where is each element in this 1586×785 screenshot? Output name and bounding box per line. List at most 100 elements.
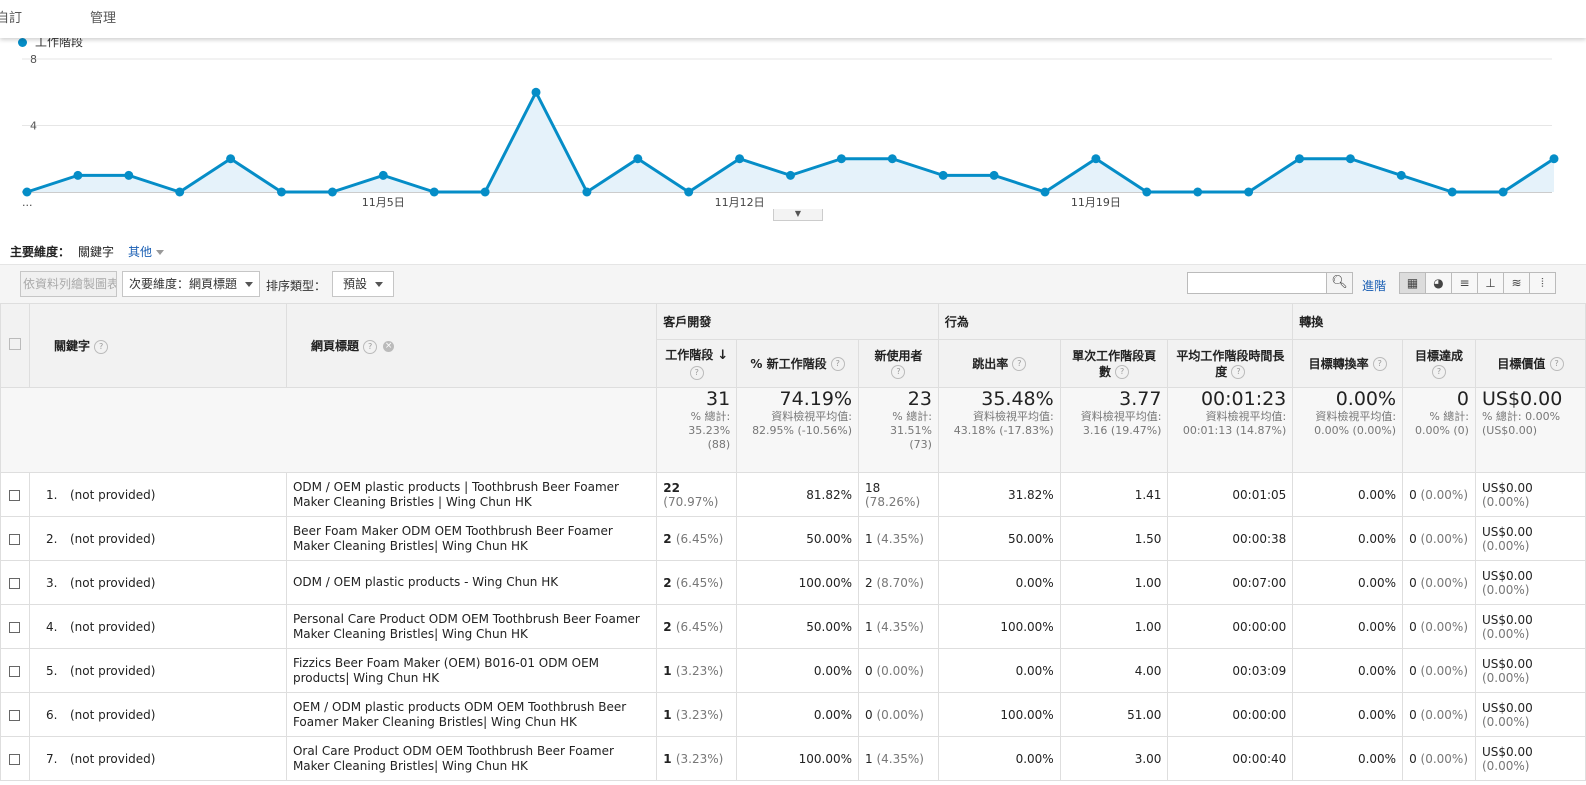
total-new-sessions: 74.19% 資料檢視平均值: 82.95% (-10.56%) xyxy=(736,387,859,473)
chevron-down-icon xyxy=(375,282,384,287)
table-search-input[interactable] xyxy=(1187,272,1327,294)
table-row: 6. (not provided) OEM / ODM plastic produc… xyxy=(0,692,1586,737)
pie-view-icon[interactable]: ◕ xyxy=(1425,272,1452,294)
y-tick-label: 8 xyxy=(30,53,37,66)
legend-dot-icon xyxy=(18,38,27,47)
data-point xyxy=(73,170,83,180)
col-bounce-rate[interactable]: 跳出率 ? xyxy=(937,339,1061,388)
table-view-icon[interactable]: ▦ xyxy=(1399,272,1426,294)
col-goal-conv-rate[interactable]: 目標轉換率 ? xyxy=(1292,339,1404,388)
data-point xyxy=(124,170,134,180)
data-point xyxy=(429,187,439,197)
row-new-users: 1 (4.35%) xyxy=(858,736,939,781)
plot-rows-button[interactable]: 依資料列繪製圖表 xyxy=(20,271,117,297)
row-page-title[interactable]: Fizzics Beer Foam Maker (OEM) B016-01 OD… xyxy=(285,648,658,693)
row-keyword[interactable]: 2. (not provided) xyxy=(28,516,287,561)
row-page-title[interactable]: Beer Foam Maker ODM OEM Toothbrush Beer … xyxy=(285,516,658,561)
group-behavior: 行為 xyxy=(937,303,1294,340)
row-page-title[interactable]: OEM / ODM plastic products ODM OEM Tooth… xyxy=(285,692,658,737)
row-new-users: 2 (8.70%) xyxy=(858,560,939,605)
col-goal-value[interactable]: 目標價值 ? xyxy=(1474,339,1586,388)
total-value: US$0.00% 總計: 0.00% (US$0.00) xyxy=(1474,387,1586,473)
view-switcher: ▦ ◕ ≡ ⊥ ≋ ⦙ xyxy=(1399,272,1556,294)
sort-type-label: 排序類型： xyxy=(266,279,327,293)
data-point xyxy=(277,187,286,197)
col-new-users[interactable]: 新使用者? xyxy=(858,339,939,388)
row-goal: 0 (0.00%) xyxy=(1402,736,1476,781)
total-goal: 0% 總計: 0.00% (0) xyxy=(1402,387,1476,473)
row-pages: 4.00 xyxy=(1059,648,1169,693)
nav-admin[interactable]: 管理 xyxy=(90,7,116,26)
col-page-title[interactable]: 網頁標題 ? × xyxy=(285,303,658,388)
row-page-title[interactable]: Oral Care Product ODM OEM Toothbrush Bee… xyxy=(285,736,658,781)
search-icon[interactable]: 🔍︎ xyxy=(1326,272,1353,294)
col-pages-per-session[interactable]: 單次工作階段頁數 ? xyxy=(1059,339,1169,388)
row-page-title[interactable]: ODM / OEM plastic products | Toothbrush … xyxy=(285,472,658,517)
chevron-down-icon xyxy=(245,282,254,287)
row-checkbox[interactable] xyxy=(0,604,30,649)
total-sessions: 31% 總計: 35.23% (88) xyxy=(656,387,738,473)
help-icon: ? xyxy=(830,357,845,371)
primary-dimension-row: 主要維度： 關鍵字 其他 xyxy=(10,243,165,260)
term-cloud-view-icon[interactable]: ≋ xyxy=(1503,272,1530,294)
performance-view-icon[interactable]: ≡ xyxy=(1451,272,1478,294)
row-pages: 1.00 xyxy=(1059,604,1169,649)
help-icon: ? xyxy=(363,339,378,354)
row-pages: 1.00 xyxy=(1059,560,1169,605)
row-new-users: 1 (4.35%) xyxy=(858,604,939,649)
chart-collapse-handle[interactable]: ▼ xyxy=(773,209,823,221)
data-point xyxy=(989,170,999,180)
table-row: 7. (not provided) Oral Care Product ODM OE… xyxy=(0,736,1586,781)
data-point xyxy=(1498,187,1508,197)
row-page-title[interactable]: ODM / OEM plastic products - Wing Chun H… xyxy=(285,560,658,605)
table-row: 1. (not provided) ODM / OEM plastic produc… xyxy=(0,472,1586,517)
col-goal-completions[interactable]: 目標達成? xyxy=(1402,339,1476,388)
total-new-users: 23% 總計: 31.51% (73) xyxy=(858,387,939,473)
comparison-view-icon[interactable]: ⊥ xyxy=(1477,272,1504,294)
row-new-sessions: 0.00% xyxy=(736,648,859,693)
row-bounce: 50.00% xyxy=(937,516,1061,561)
sort-type-select[interactable]: 預設 xyxy=(332,271,395,297)
col-keyword[interactable]: 關鍵字 ? xyxy=(28,303,287,388)
select-all-checkbox[interactable] xyxy=(0,303,30,388)
row-checkbox[interactable] xyxy=(0,692,30,737)
row-conv-rate: 0.00% xyxy=(1292,516,1404,561)
row-new-users: 18 (78.26%) xyxy=(858,472,939,517)
row-keyword[interactable]: 6. (not provided) xyxy=(28,692,287,737)
x-tick-label: 11月12日 xyxy=(715,196,765,209)
row-conv-rate: 0.00% xyxy=(1292,736,1404,781)
row-checkbox[interactable] xyxy=(0,736,30,781)
row-checkbox[interactable] xyxy=(0,516,30,561)
row-sessions: 2 (6.45%) xyxy=(656,516,738,561)
row-new-sessions: 0.00% xyxy=(736,692,859,737)
secondary-dimension-select[interactable]: 次要維度：網頁標題 xyxy=(122,271,261,297)
advanced-filter-link[interactable]: 進階 xyxy=(1362,277,1386,294)
row-keyword[interactable]: 4. (not provided) xyxy=(28,604,287,649)
row-value: US$0.00 (0.00%) xyxy=(1474,692,1586,737)
col-avg-duration[interactable]: 平均工作階段時間長度 ? xyxy=(1167,339,1294,388)
row-checkbox[interactable] xyxy=(0,648,30,693)
row-keyword[interactable]: 3. (not provided) xyxy=(28,560,287,605)
x-tick-label: 11月5日 xyxy=(362,196,405,209)
row-goal: 0 (0.00%) xyxy=(1402,604,1476,649)
row-conv-rate: 0.00% xyxy=(1292,648,1404,693)
row-keyword[interactable]: 7. (not provided) xyxy=(28,736,287,781)
row-new-users: 0 (0.00%) xyxy=(858,648,939,693)
data-point xyxy=(378,170,388,180)
data-point xyxy=(786,170,795,180)
totals-row: 31% 總計: 35.23% (88) 74.19% 資料檢視平均值: 82.95… xyxy=(0,387,1586,473)
data-point xyxy=(1396,170,1406,180)
remove-dimension-icon[interactable]: × xyxy=(383,341,395,352)
nav-customize[interactable]: 自訂 xyxy=(0,7,22,26)
row-checkbox[interactable] xyxy=(0,472,30,517)
pivot-view-icon[interactable]: ⦙ xyxy=(1529,272,1556,294)
row-new-sessions: 100.00% xyxy=(736,736,859,781)
dimension-other-link[interactable]: 其他 xyxy=(128,245,165,259)
col-sessions[interactable]: 工作階段 ↓? xyxy=(656,339,738,388)
row-keyword[interactable]: 5. (not provided) xyxy=(28,648,287,693)
col-new-sessions-pct[interactable]: % 新工作階段 ? xyxy=(736,339,859,388)
row-page-title[interactable]: Personal Care Product ODM OEM Toothbrush… xyxy=(285,604,658,649)
row-keyword[interactable]: 1. (not provided) xyxy=(28,472,287,517)
sort-desc-icon: ↓ xyxy=(717,348,729,363)
row-checkbox[interactable] xyxy=(0,560,30,605)
